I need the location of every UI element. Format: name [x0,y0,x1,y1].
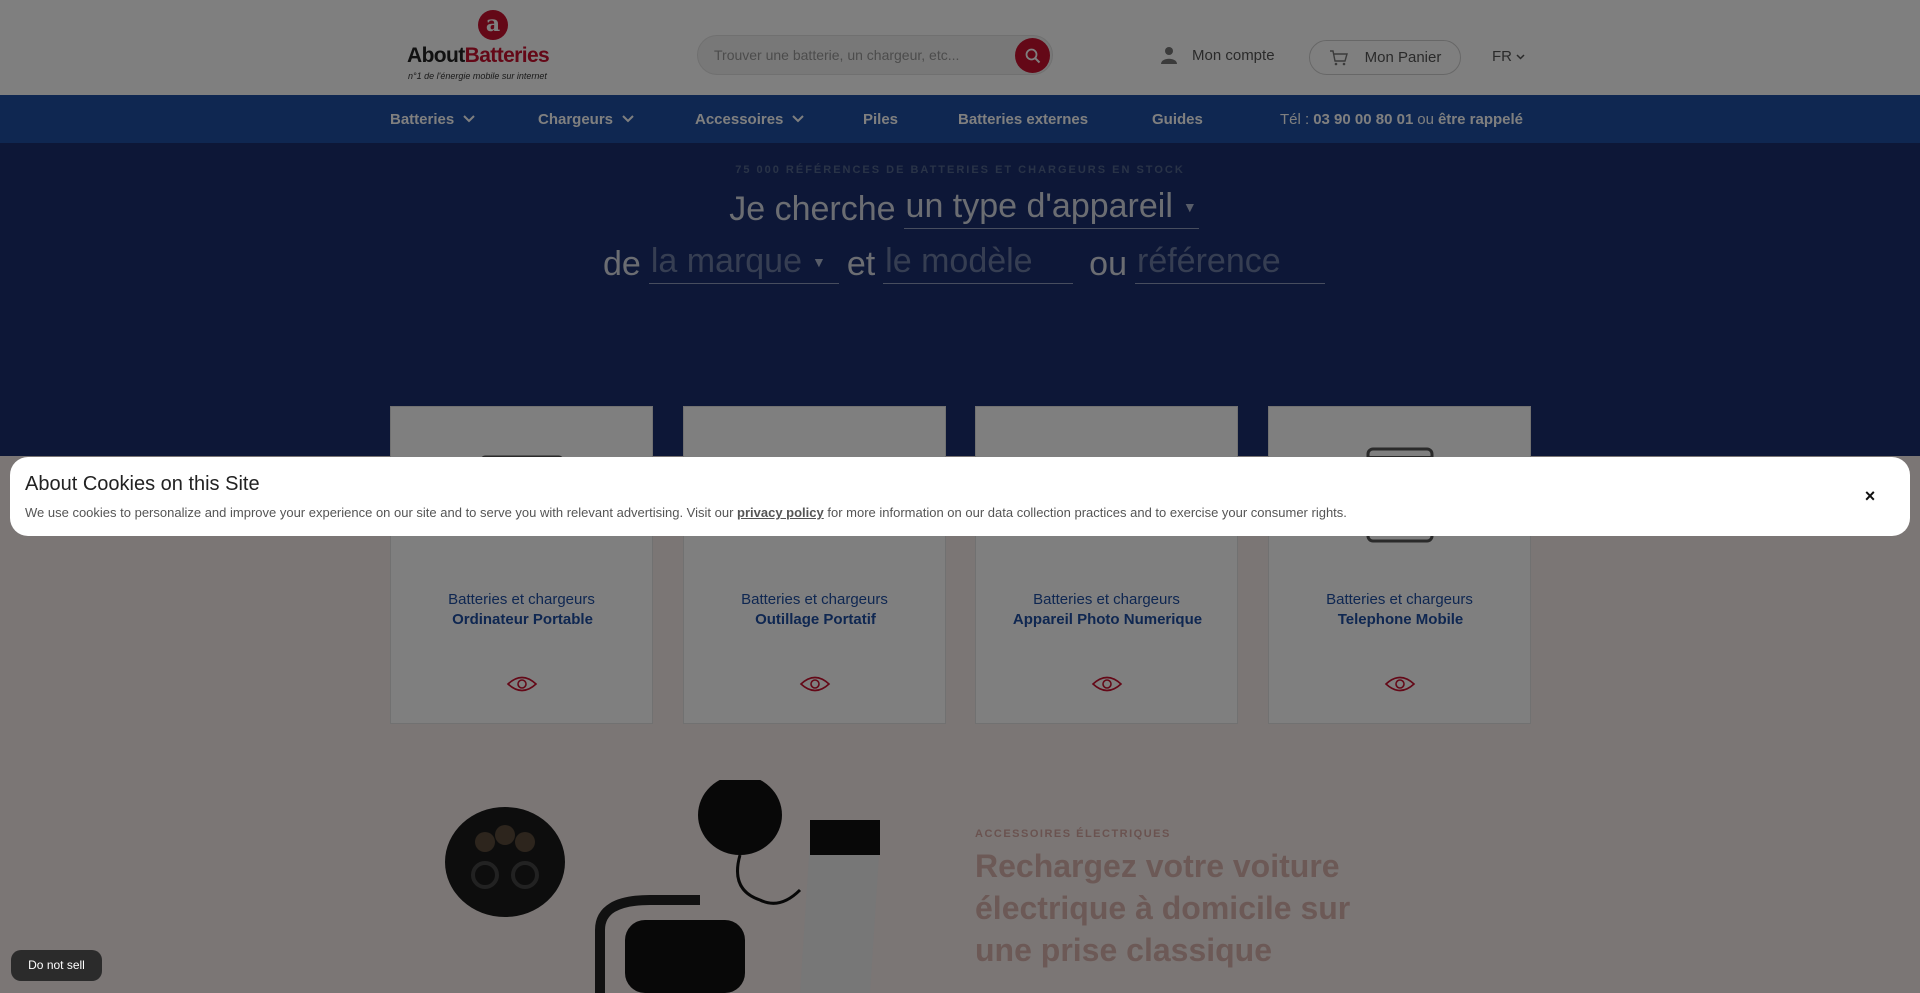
privacy-policy-link[interactable]: privacy policy [737,505,824,520]
close-icon[interactable]: × [1860,486,1880,506]
cookie-text: We use cookies to personalize and improv… [25,505,1347,520]
cookie-banner: About Cookies on this Site We use cookie… [10,457,1910,536]
cookie-text-before: We use cookies to personalize and improv… [25,505,734,520]
do-not-sell-button[interactable]: Do not sell [11,950,102,981]
cookie-text-after: for more information on our data collect… [827,505,1347,520]
cookie-title: About Cookies on this Site [25,473,260,495]
